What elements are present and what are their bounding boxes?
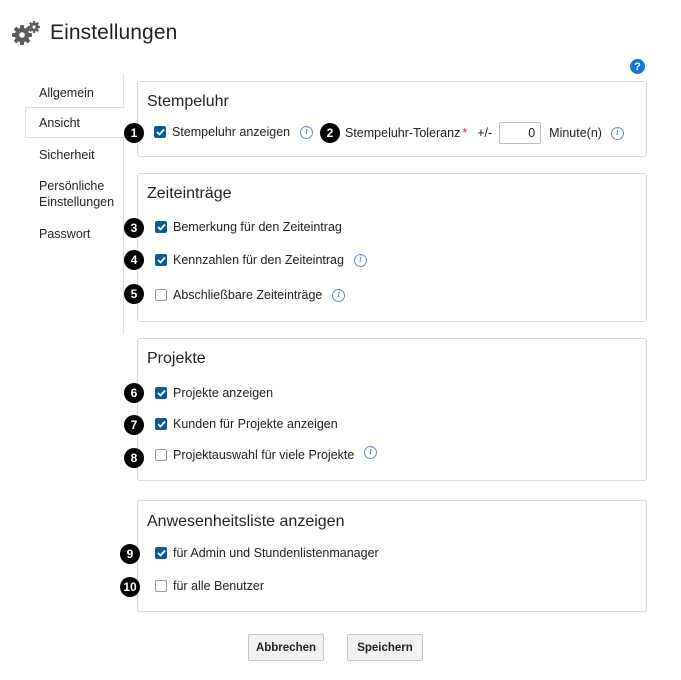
stempeluhr-anzeigen-row: Stempeluhr anzeigen i [154,125,314,139]
abschliessbar-label: Abschließbare Zeiteinträge [173,288,323,302]
stempeluhr-toleranz-input[interactable] [499,122,542,144]
projektauswahl-row: Projektauswahl für viele Projekte i [155,445,378,462]
page-title: Einstellungen [50,21,178,44]
callout-badge-3: 3 [124,218,144,238]
callout-badge-6: 6 [124,383,144,403]
admin-checkbox[interactable] [155,547,167,559]
page-header: Einstellungen [11,20,177,46]
cancel-button[interactable]: Abbrechen [248,634,324,661]
save-button[interactable]: Speichern [347,634,423,661]
gears-icon [11,20,41,46]
callout-badge-7: 7 [124,415,144,435]
info-icon[interactable]: i [300,125,314,139]
kennzahlen-row: Kennzahlen für den Zeiteintrag i [155,253,367,267]
info-icon[interactable]: i [332,288,346,302]
sidebar-item-passwort[interactable]: Passwort [25,226,124,242]
panel-title-anwesenheitsliste: Anwesenheitsliste anzeigen [147,513,345,530]
kunden-row: Kunden für Projekte anzeigen [155,417,338,431]
sidebar-item-sicherheit[interactable]: Sicherheit [25,147,124,163]
callout-badge-4: 4 [124,250,144,270]
stempeluhr-toleranz-label: Stempeluhr-Toleranz [345,126,461,140]
alle-benutzer-label: für alle Benutzer [173,579,265,593]
bemerkung-checkbox[interactable] [155,221,167,233]
sidebar-item-ansicht[interactable]: Ansicht [25,107,125,138]
required-marker: * [462,126,468,140]
bemerkung-label: Bemerkung für den Zeiteintrag [173,220,342,234]
bemerkung-row: Bemerkung für den Zeiteintrag [155,220,342,234]
projektauswahl-checkbox[interactable] [155,449,167,461]
stempeluhr-toleranz-row: Stempeluhr-Toleranz * +/- Minute(n) i [345,122,624,144]
info-icon[interactable]: i [610,126,624,140]
kennzahlen-checkbox[interactable] [155,254,167,266]
callout-badge-9: 9 [120,544,140,564]
projekte-anzeigen-checkbox[interactable] [155,387,167,399]
admin-label: für Admin und Stundenlistenmanager [173,546,379,560]
callout-badge-1: 1 [124,123,144,143]
alle-benutzer-row: für alle Benutzer [155,579,264,593]
panel-title-stempeluhr: Stempeluhr [147,93,229,110]
panel-title-zeiteintraege: Zeiteinträge [147,185,232,202]
callout-badge-5: 5 [124,284,144,304]
abschliessbar-checkbox[interactable] [155,289,167,301]
alle-benutzer-checkbox[interactable] [155,580,167,592]
minuten-unit-label: Minute(n) [549,126,602,140]
plusminus-label: +/- [477,126,493,140]
abschliessbar-row: Abschließbare Zeiteinträge i [155,288,346,302]
projektauswahl-label: Projektauswahl für viele Projekte [173,448,355,462]
admin-row: für Admin und Stundenlistenmanager [155,546,379,560]
sidebar-item-allgemein[interactable]: Allgemein [25,85,124,101]
callout-badge-2: 2 [320,123,340,143]
stempeluhr-anzeigen-checkbox[interactable] [154,126,166,138]
info-icon[interactable]: i [353,253,367,267]
panel-title-projekte: Projekte [147,350,206,367]
callout-badge-10: 10 [120,577,140,597]
projekte-anzeigen-label: Projekte anzeigen [173,386,274,400]
kunden-checkbox[interactable] [155,418,167,430]
settings-sidebar: Allgemein Ansicht Sicherheit Persönliche… [25,74,125,334]
kennzahlen-label: Kennzahlen für den Zeiteintrag [173,253,344,267]
sidebar-item-persoenliche-einstellungen[interactable]: Persönliche Einstellungen [25,178,117,210]
help-icon[interactable]: ? [630,59,645,74]
info-icon[interactable]: i [364,445,378,459]
kunden-label: Kunden für Projekte anzeigen [173,417,338,431]
stempeluhr-anzeigen-label: Stempeluhr anzeigen [172,125,291,139]
projekte-anzeigen-row: Projekte anzeigen [155,386,273,400]
panel-stempeluhr: Stempeluhr [137,81,647,157]
callout-badge-8: 8 [124,448,144,468]
